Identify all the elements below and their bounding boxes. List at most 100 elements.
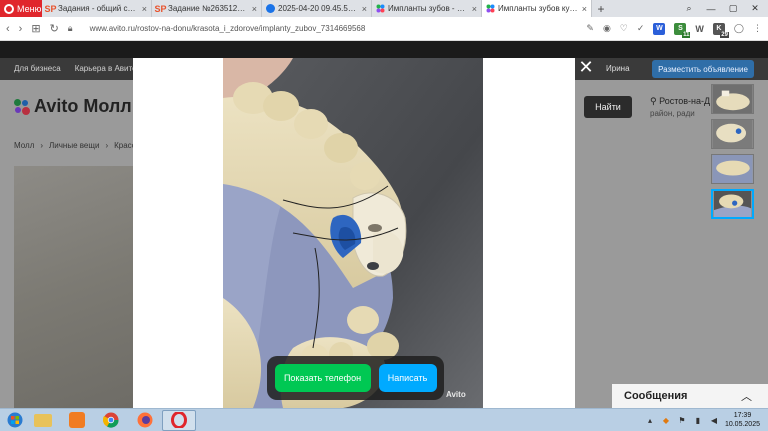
find-button[interactable]: Найти [584, 96, 632, 118]
folder-icon [34, 413, 52, 427]
clock-date: 10.05.2025 [724, 421, 760, 428]
browser-bookmarks-strip [0, 41, 768, 58]
windows-taskbar: ▴ ◆ ⚑ ▮ ◀ 17:39 10.05.2025 [0, 408, 768, 431]
messages-widget[interactable]: Сообщения ︿ [612, 384, 768, 408]
show-phone-button[interactable]: Показать телефон [274, 364, 371, 392]
w-extension-icon[interactable]: W [695, 24, 704, 34]
new-tab-button[interactable]: + [592, 0, 610, 17]
browser-tab-1[interactable]: SP Задания - общий список × [42, 0, 152, 17]
volume-icon[interactable]: ◀ [709, 415, 719, 425]
lock-icon[interactable]: 🔒︎ [68, 23, 73, 34]
browser-menu-icon[interactable]: ⋮ [753, 23, 762, 34]
breadcrumb-item[interactable]: Молл [14, 141, 34, 150]
opera-logo-icon [4, 3, 14, 14]
windows-start-button[interactable] [4, 410, 26, 430]
check-icon[interactable]: ✓ [637, 23, 645, 34]
word-extension-icon[interactable]: W [653, 22, 666, 35]
taskbar-firefox[interactable] [128, 410, 162, 431]
messages-label: Сообщения [624, 390, 688, 402]
url-field[interactable]: www.avito.ru/rostov-na-donu/krasota_i_zd… [90, 24, 578, 33]
minimize-window-icon[interactable]: — [704, 3, 718, 14]
gallery-thumbnail-1[interactable] [711, 84, 754, 114]
gallery-thumbnail-4-active[interactable] [711, 189, 754, 219]
chrome-icon [103, 412, 119, 428]
window-controls: ⌕ — ▢ ✕ [682, 0, 768, 17]
nav-link-business[interactable]: Для бизнеса [14, 64, 61, 73]
avito-favicon-icon [376, 4, 385, 13]
clock-time: 17:39 [733, 412, 752, 419]
media-player-icon [69, 412, 85, 428]
gallery-thumbnails [711, 84, 755, 224]
edit-icon[interactable]: ✎ [586, 23, 594, 34]
thumbnail-image [712, 120, 753, 148]
post-ad-button[interactable]: Разместить объявление [652, 60, 754, 78]
breadcrumb: Молл › Личные вещи › Красо [14, 141, 137, 150]
s-extension-icon[interactable]: S 11 [674, 22, 691, 38]
maximize-window-icon[interactable]: ▢ [726, 3, 740, 14]
image-viewer-icon [266, 4, 275, 13]
tab-close-icon[interactable]: × [142, 4, 147, 14]
avito-logo-icon [14, 98, 30, 115]
reload-icon[interactable]: ↻ [50, 22, 59, 35]
tab-close-icon[interactable]: × [472, 4, 477, 14]
listing-photo-background [14, 166, 133, 408]
firefox-icon [137, 412, 153, 428]
browser-tab-5-active[interactable]: Импланты зубов купить в × [482, 0, 592, 17]
avito-watermark: Avito [446, 390, 466, 399]
windows-logo-icon [7, 412, 23, 428]
gallery-thumbnail-3[interactable] [711, 154, 754, 184]
nav-link-career[interactable]: Карьера в Авито [75, 64, 137, 73]
taskbar-opera[interactable] [162, 409, 196, 431]
breadcrumb-item[interactable]: Личные вещи [49, 141, 99, 150]
tab-grid-icon[interactable]: ⊞ [31, 22, 40, 35]
close-gallery-icon[interactable]: ✕ [577, 58, 595, 76]
close-window-icon[interactable]: ✕ [748, 3, 762, 14]
tray-arrow-icon[interactable]: ▴ [645, 415, 655, 425]
forward-arrow-icon[interactable]: › [19, 23, 23, 35]
write-message-button[interactable]: Написать [378, 364, 437, 392]
taskbar-chrome[interactable] [94, 410, 128, 431]
tab-title: Задание №2635124 - про [168, 4, 249, 13]
tray-app-icon[interactable]: ◆ [661, 415, 671, 425]
chevron-up-icon[interactable]: ︿ [741, 388, 752, 404]
browser-tab-4[interactable]: Импланты зубов - Медиц × [372, 0, 482, 17]
menu-label: Меню [17, 3, 42, 14]
s-extension-badge: 11 [682, 31, 691, 38]
avito-logo[interactable]: Avito Молл [14, 96, 132, 117]
tab-title: Задания - общий список [58, 4, 139, 13]
tab-close-icon[interactable]: × [252, 4, 257, 14]
contact-action-bar: Показать телефон Написать [267, 356, 444, 400]
tab-favicon-icon: SP [154, 3, 167, 14]
back-arrow-icon[interactable]: ‹ [6, 23, 10, 35]
location-pin-icon: ⚲ [650, 96, 657, 106]
profile-avatar-icon[interactable]: ◯ [734, 23, 744, 34]
tray-flag-icon[interactable]: ⚑ [677, 415, 687, 425]
search-tabs-icon[interactable]: ⌕ [682, 3, 696, 14]
heart-icon[interactable]: ♡ [620, 23, 628, 34]
city-subtext: район, ради [650, 109, 695, 118]
opera-menu-button[interactable]: Меню [0, 0, 42, 17]
address-bar: ‹ › ⊞ ↻ 🔒︎ www.avito.ru/rostov-na-donu/k… [0, 17, 768, 41]
tab-close-icon[interactable]: × [362, 4, 367, 14]
tab-title: Импланты зубов купить в [498, 4, 579, 13]
taskbar-media-player[interactable] [60, 410, 94, 431]
tab-title: 2025-04-20 09.45.58.PNG [278, 4, 359, 13]
tab-title: Импланты зубов - Медиц [388, 4, 469, 13]
extensions-area: ✎ ◉ ♡ ✓ W S 11 W K 29 ◯ ⋮ [586, 22, 762, 38]
avito-favicon-icon [486, 4, 495, 13]
opera-icon [171, 412, 187, 428]
tab-favicon-icon: SP [44, 3, 57, 14]
taskbar-clock[interactable]: 17:39 10.05.2025 [725, 411, 760, 429]
k-extension-icon[interactable]: K 29 [712, 22, 729, 38]
taskbar-explorer[interactable] [26, 410, 60, 431]
camera-icon[interactable]: ◉ [603, 23, 611, 34]
gallery-thumbnail-2[interactable] [711, 119, 754, 149]
city-selector[interactable]: ⚲ Ростов-на-Д район, ради [650, 96, 710, 118]
logo-text: Avito Молл [34, 96, 132, 116]
browser-tab-3[interactable]: 2025-04-20 09.45.58.PNG × [262, 0, 372, 17]
user-menu[interactable]: Ирина [606, 64, 630, 73]
thumbnail-image [713, 191, 752, 217]
browser-tab-2[interactable]: SP Задание №2635124 - про × [152, 0, 262, 17]
network-icon[interactable]: ▮ [693, 415, 703, 425]
tab-close-icon[interactable]: × [582, 4, 587, 14]
